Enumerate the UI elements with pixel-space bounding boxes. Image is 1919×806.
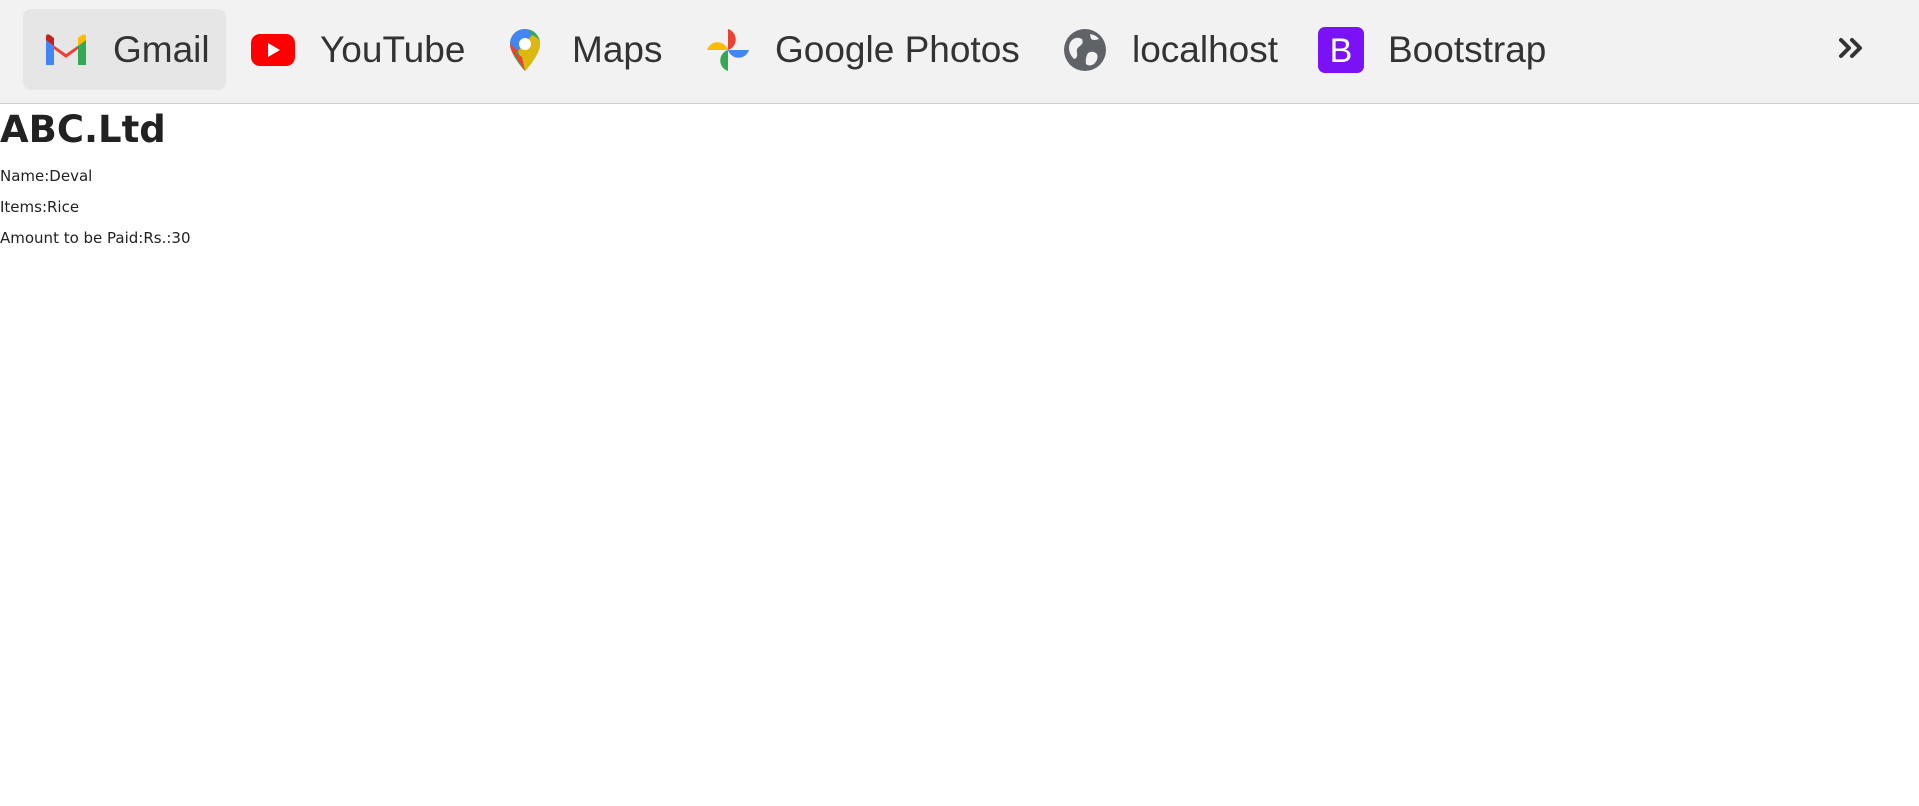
bookmark-maps[interactable]: Maps [482, 9, 678, 90]
bookmark-label: localhost [1132, 28, 1279, 70]
bookmark-youtube[interactable]: YouTube [230, 9, 481, 90]
maps-icon [502, 27, 548, 73]
gmail-icon [43, 27, 89, 73]
bootstrap-icon: B [1318, 26, 1364, 73]
bookmarks-overflow-button[interactable] [1822, 26, 1882, 74]
bookmark-label: Bootstrap [1388, 28, 1547, 70]
double-chevron-right-icon [1838, 37, 1866, 64]
globe-icon [1062, 27, 1108, 73]
company-title: ABC.Ltd [0, 108, 166, 151]
bookmark-label: Google Photos [775, 28, 1020, 70]
youtube-icon [250, 27, 296, 73]
bookmark-label: YouTube [320, 28, 466, 70]
bookmark-localhost[interactable]: localhost [1042, 9, 1294, 90]
svg-text:B: B [1330, 32, 1353, 70]
bookmark-gmail[interactable]: Gmail [23, 9, 226, 90]
bookmark-label: Gmail [113, 28, 210, 70]
bookmarks-bar: Gmail YouTube Maps Google Photos localho… [0, 0, 1919, 104]
bookmark-google-photos[interactable]: Google Photos [685, 9, 1036, 90]
bookmark-bootstrap[interactable]: B Bootstrap [1298, 9, 1562, 90]
customer-name: Name:Deval [0, 167, 93, 185]
bookmark-label: Maps [572, 28, 663, 70]
google-photos-icon [705, 27, 751, 73]
amount-to-be-paid: Amount to be Paid:Rs.:30 [0, 229, 191, 247]
page-content: ABC.Ltd Name:Deval Items:Rice Amount to … [0, 105, 191, 254]
items-purchased: Items:Rice [0, 198, 80, 216]
